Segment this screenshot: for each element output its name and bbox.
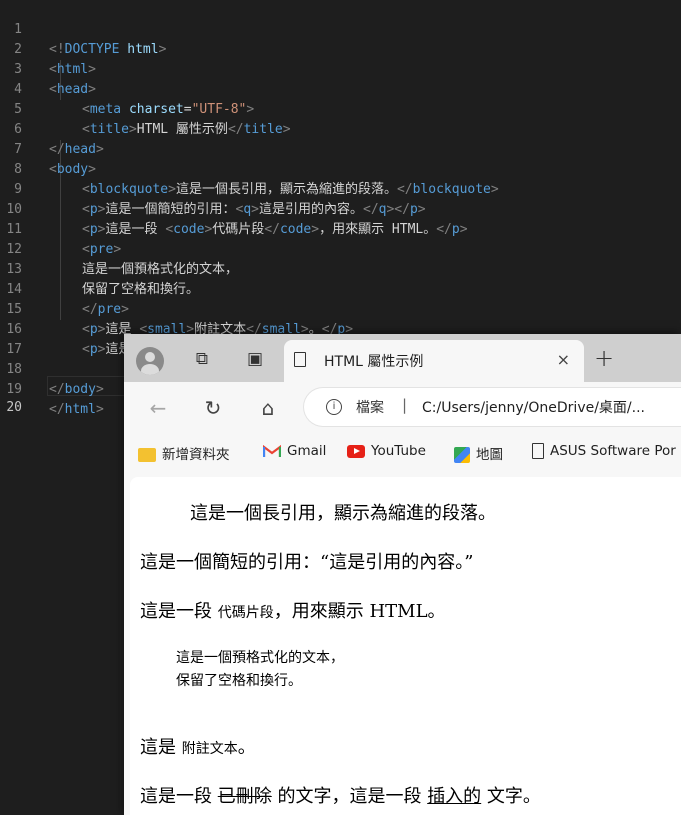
paragraph-del-ins: 這是一段 已刪除 的文字，這是一段 插入的 文字。 <box>140 782 541 808</box>
info-icon[interactable]: i <box>326 399 342 415</box>
code-line[interactable]: 15 <p>這是 <small>附註文本</small>。</p> <box>0 280 681 337</box>
maps-icon <box>454 447 470 463</box>
ins-suffix: 文字。 <box>481 786 541 807</box>
bookmark-label: 新增資料夾 <box>162 447 230 463</box>
line-number: 20 <box>6 400 22 415</box>
folder-icon <box>138 448 156 462</box>
gmail-icon <box>262 444 282 458</box>
home-icon[interactable]: ⌂ <box>254 394 282 422</box>
browser-window: ⧉ ▣ HTML 屬性示例 × + ← ↻ ⌂ i 檔案 | C:/Users/… <box>124 334 681 815</box>
bookmark-label: 地圖 <box>476 447 503 463</box>
tab-active[interactable]: HTML 屬性示例 × <box>284 340 584 382</box>
bookmark-maps[interactable]: 地圖 <box>454 443 503 463</box>
code-line[interactable]: 6 </head> <box>0 100 681 157</box>
code-line[interactable]: 4 <meta charset="UTF-8"> <box>0 60 681 117</box>
tab-title: HTML 屬性示例 <box>324 354 424 370</box>
navigation-toolbar: ← ↻ ⌂ i 檔案 | C:/Users/jenny/OneDrive/桌面/… <box>124 382 681 434</box>
refresh-icon[interactable]: ↻ <box>199 394 227 422</box>
preformatted-line-2: 保留了空格和換行。 <box>176 673 302 689</box>
page-icon <box>532 443 544 459</box>
back-arrow-icon[interactable]: ← <box>144 394 172 422</box>
code-line[interactable]: 2 <html> <box>0 20 681 77</box>
code-line[interactable]: 1 <!DOCTYPE html> <box>0 0 681 57</box>
bookmark-label: Gmail <box>287 443 327 459</box>
code-text: </html> <box>49 402 104 417</box>
code-line[interactable]: 12 這是一個預格式化的文本， <box>0 220 681 277</box>
del-mid: 的文字，這是一段 <box>271 786 428 807</box>
paragraph-small: 這是 附註文本。 <box>140 733 256 759</box>
quote-prefix: 這是一個簡短的引用： <box>140 552 320 573</box>
bookmark-label: YouTube <box>371 443 426 459</box>
small-text: 附註文本 <box>181 741 238 757</box>
bookmark-youtube[interactable]: YouTube <box>347 443 426 463</box>
paragraph-code: 這是一段 代碼片段，用來顯示 HTML。 <box>140 597 446 623</box>
code-line[interactable]: 7 <body> <box>0 120 681 177</box>
bookmark-asus-software[interactable]: ASUS Software Por <box>532 443 676 463</box>
address-bar[interactable]: i 檔案 | C:/Users/jenny/OneDrive/桌面/... <box>304 388 681 426</box>
code-line[interactable]: 14 </pre> <box>0 260 681 317</box>
bookmark-label: ASUS Software Por <box>550 443 676 459</box>
inline-quote: “這是引用的內容。” <box>320 552 474 573</box>
small-prefix: 這是 <box>140 737 182 758</box>
tab-actions-icon[interactable]: ▣ <box>243 347 267 371</box>
code-line[interactable]: 16 <p>這是一段 <del>已刪除</del> 的文字，這是一段 <ins>… <box>0 300 681 357</box>
workspaces-icon[interactable]: ⧉ <box>190 347 214 371</box>
small-suffix: 。 <box>237 737 256 758</box>
code-suffix: ，用來顯示 HTML。 <box>273 601 446 622</box>
new-tab-button[interactable]: + <box>594 344 614 372</box>
address-url[interactable]: C:/Users/jenny/OneDrive/桌面/... <box>422 397 645 417</box>
close-tab-icon[interactable]: × <box>557 350 570 369</box>
youtube-icon <box>347 444 365 458</box>
inserted-text: 插入的 <box>427 786 482 807</box>
blockquote-text: 這是一個長引用，顯示為縮進的段落。 <box>190 503 496 524</box>
tab-bar: ⧉ ▣ HTML 屬性示例 × + <box>124 334 681 382</box>
bookmark-gmail[interactable]: Gmail <box>262 443 327 463</box>
bookmarks-bar: 新增資料夾 Gmail YouTube 地圖 ASUS Software Por <box>124 434 681 472</box>
paragraph-quote: 這是一個簡短的引用：“這是引用的內容。” <box>140 548 473 574</box>
document-icon <box>294 352 306 367</box>
inline-code: 代碼片段 <box>217 605 274 621</box>
bookmark-new-folder[interactable]: 新增資料夾 <box>138 443 230 463</box>
page-content: 這是一個長引用，顯示為縮進的段落。 這是一個簡短的引用：“這是引用的內容。” 這… <box>130 477 681 815</box>
deleted-text: 已刪除 <box>217 786 272 807</box>
address-scheme-label: 檔案 <box>356 400 384 416</box>
code-line[interactable]: 3 <head> <box>0 40 681 97</box>
preformatted-line-1: 這是一個預格式化的文本， <box>176 650 344 666</box>
profile-avatar[interactable] <box>136 347 164 375</box>
code-line[interactable]: 8 <blockquote>這是一個長引用，顯示為縮進的段落。</blockqu… <box>0 140 681 197</box>
code-line[interactable]: 10 <p>這是一段 <code>代碼片段</code>，用來顯示 HTML。<… <box>0 180 681 237</box>
code-prefix: 這是一段 <box>140 601 218 622</box>
code-line[interactable]: 13 保留了空格和換行。 <box>0 240 681 297</box>
del-prefix: 這是一段 <box>140 786 218 807</box>
code-line[interactable]: 9 <p>這是一個簡短的引用：<q>這是引用的內容。</q></p> <box>0 160 681 217</box>
code-line[interactable]: 5 <title>HTML 屬性示例</title> <box>0 80 681 137</box>
address-separator: | <box>402 396 408 414</box>
code-line[interactable]: 11 <pre> <box>0 200 681 257</box>
